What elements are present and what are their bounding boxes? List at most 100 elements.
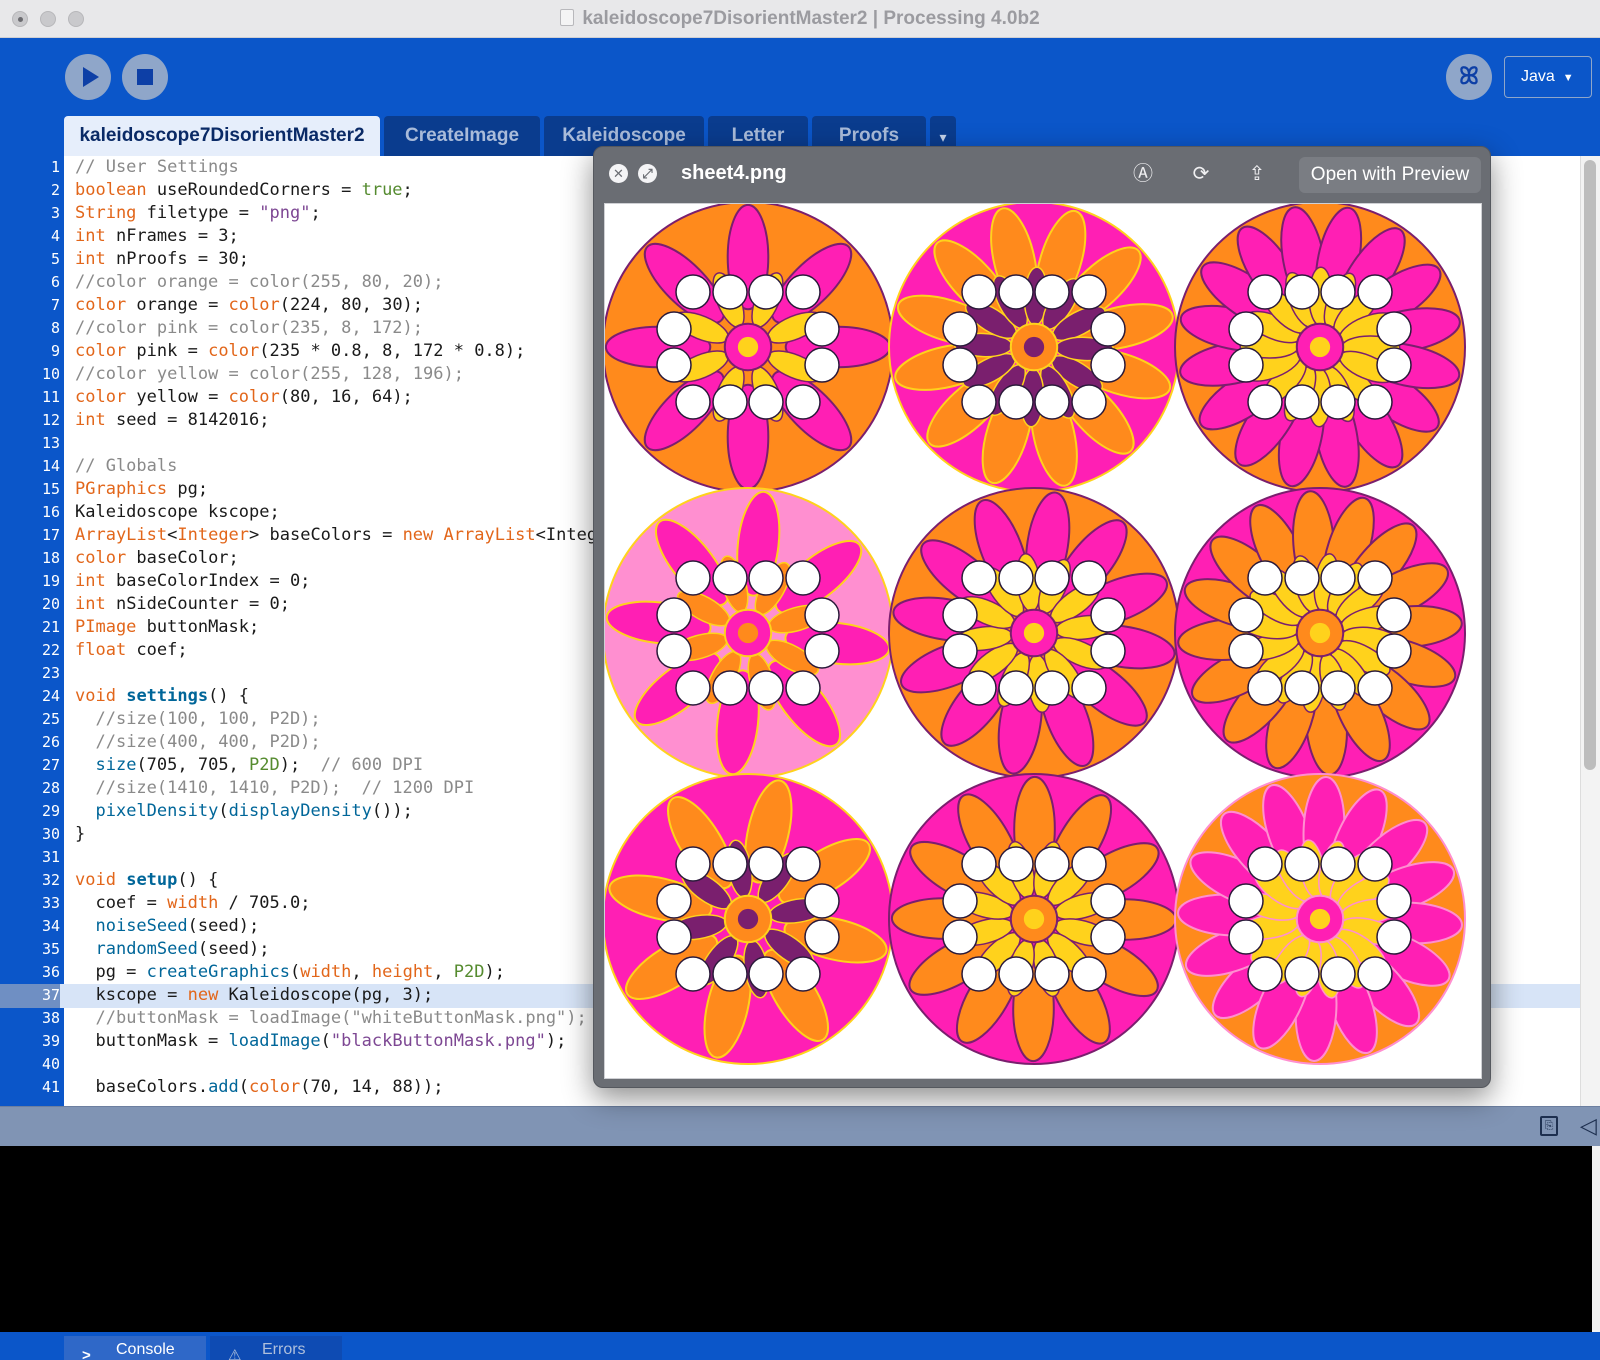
open-with-preview-button[interactable]: Open with Preview: [1299, 157, 1481, 193]
kaleidoscope-circle: [888, 487, 1180, 779]
kaleidoscope-circle: [1174, 773, 1466, 1065]
tab-console[interactable]: >_ Console: [64, 1336, 206, 1360]
button-hole: [1357, 384, 1393, 420]
mode-label: Java: [1521, 68, 1555, 85]
run-button[interactable]: [65, 54, 111, 100]
copy-icon[interactable]: ⎘: [1540, 1116, 1558, 1136]
button-hole: [1090, 597, 1126, 633]
button-hole: [961, 670, 997, 706]
button-hole: [656, 633, 692, 669]
line-number: 16: [41, 503, 60, 521]
button-hole: [712, 274, 748, 310]
window-title-text: kaleidoscope7DisorientMaster2 | Processi…: [582, 8, 1040, 29]
button-hole: [785, 274, 821, 310]
button-hole: [804, 919, 840, 955]
code-text: PImage buttonMask;: [75, 617, 260, 637]
line-number: 5: [50, 250, 60, 268]
markup-icon[interactable]: Ⓐ: [1130, 161, 1156, 187]
button-hole: [1090, 883, 1126, 919]
button-hole: [656, 311, 692, 347]
button-hole: [675, 274, 711, 310]
button-hole: [656, 883, 692, 919]
button-hole: [1090, 347, 1126, 383]
debugger-icon: ꕤ: [1459, 63, 1479, 90]
button-hole: [1034, 560, 1070, 596]
button-hole: [998, 846, 1034, 882]
code-text: String filetype = "png";: [75, 203, 321, 223]
code-text: int nSideCounter = 0;: [75, 594, 290, 614]
collapse-icon[interactable]: ◁: [1580, 1113, 1597, 1139]
line-number: 26: [41, 733, 60, 751]
console-output[interactable]: [0, 1146, 1600, 1332]
button-hole: [1071, 846, 1107, 882]
console-scrollbar[interactable]: [1592, 1146, 1600, 1332]
tab-errors[interactable]: ⚠ Errors: [210, 1336, 342, 1360]
button-hole: [804, 311, 840, 347]
button-hole: [1357, 846, 1393, 882]
rotate-icon[interactable]: ⟳: [1188, 161, 1214, 187]
line-number: 20: [41, 595, 60, 613]
mode-selector[interactable]: Java ▼: [1504, 56, 1592, 98]
button-hole: [675, 846, 711, 882]
button-hole: [1376, 597, 1412, 633]
code-text: void settings() {: [75, 686, 250, 706]
line-number: 15: [41, 480, 60, 498]
button-hole: [1376, 347, 1412, 383]
fullscreen-icon[interactable]: ⤢: [638, 164, 657, 183]
stop-button[interactable]: [122, 54, 168, 100]
tab-createimage[interactable]: CreateImage: [384, 116, 540, 156]
line-number: 8: [50, 319, 60, 337]
button-hole: [1284, 384, 1320, 420]
button-hole: [1320, 846, 1356, 882]
line-number: 7: [50, 296, 60, 314]
code-text: //color yellow = color(255, 128, 196);: [75, 364, 464, 384]
button-hole: [1357, 956, 1393, 992]
quicklook-header: ✕ ⤢ sheet4.png Ⓐ ⟳ ⇪ Open with Preview: [594, 147, 1492, 203]
button-hole: [1034, 384, 1070, 420]
button-hole: [961, 956, 997, 992]
button-hole: [998, 670, 1034, 706]
code-text: // Globals: [75, 456, 178, 476]
line-number: 3: [50, 204, 60, 222]
code-text: //color pink = color(235, 8, 172);: [75, 318, 423, 338]
line-number: 21: [41, 618, 60, 636]
button-hole: [748, 384, 784, 420]
close-icon[interactable]: ✕: [609, 164, 628, 183]
code-text: noiseSeed(seed);: [95, 916, 260, 936]
code-text: int baseColorIndex = 0;: [75, 571, 311, 591]
kaleidoscope-circle: [1174, 204, 1466, 493]
debugger-button[interactable]: ꕤ: [1446, 54, 1492, 100]
tab-kaleidoscope7disorientmaster2[interactable]: kaleidoscope7DisorientMaster2: [64, 116, 380, 156]
code-text: pixelDensity(displayDensity());: [95, 801, 413, 821]
button-hole: [712, 846, 748, 882]
line-number: 40: [41, 1055, 60, 1073]
button-hole: [998, 274, 1034, 310]
line-number: 4: [50, 227, 60, 245]
kaleidoscope-sheet-image: [605, 204, 1466, 1065]
quicklook-title: sheet4.png: [681, 162, 787, 184]
code-text: int nFrames = 3;: [75, 226, 239, 246]
button-hole: [804, 883, 840, 919]
button-hole: [1228, 633, 1264, 669]
button-hole: [1247, 846, 1283, 882]
button-hole: [712, 956, 748, 992]
button-hole: [1228, 883, 1264, 919]
button-hole: [942, 311, 978, 347]
button-hole: [1090, 633, 1126, 669]
line-number: 35: [41, 940, 60, 958]
button-hole: [942, 919, 978, 955]
title-bar: kaleidoscope7DisorientMaster2 | Processi…: [0, 0, 1600, 38]
line-number: 23: [41, 664, 60, 682]
button-hole: [1228, 347, 1264, 383]
button-hole: [1376, 311, 1412, 347]
console-tab-label: Console: [116, 1341, 175, 1358]
button-hole: [1357, 670, 1393, 706]
share-icon[interactable]: ⇪: [1244, 161, 1270, 187]
button-hole: [998, 956, 1034, 992]
button-hole: [1284, 560, 1320, 596]
code-text: coef = width / 705.0;: [75, 893, 311, 913]
code-text: int seed = 8142016;: [75, 410, 270, 430]
editor-scrollbar-thumb[interactable]: [1584, 160, 1596, 770]
code-text: //buttonMask = loadImage("whiteButtonMas…: [95, 1008, 587, 1028]
code-text: color pink = color(235 * 0.8, 8, 172 * 0…: [75, 341, 526, 361]
